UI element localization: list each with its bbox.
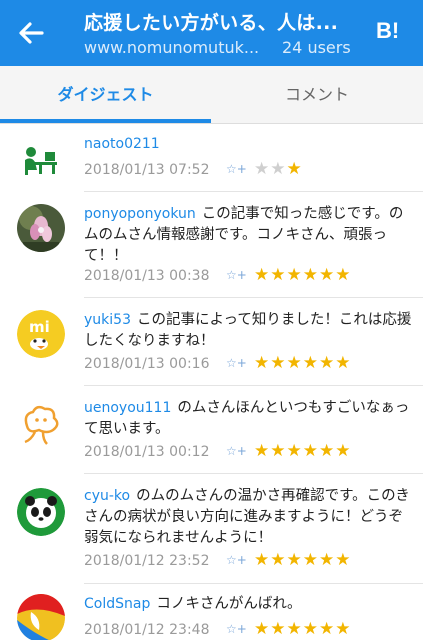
comment-item[interactable]: uenoyou111 のムさんほんといつもすごいなぁって思います。 2018/01… <box>0 386 423 474</box>
comment-text: コノキさんがんばれ。 <box>156 596 302 612</box>
comment-username[interactable]: yuki53 <box>84 312 131 328</box>
add-star-icon[interactable]: ☆+ <box>226 553 247 567</box>
page-title: 応援したい方がいる、人は... <box>84 12 339 34</box>
svg-text:mi: mi <box>29 318 50 336</box>
comment-text: この記事によって知りました！これは応援したくなりますね！ <box>84 312 412 349</box>
comment-date: 2018/01/12 23:48 <box>84 622 210 638</box>
star-rating: ★★★ <box>254 159 303 179</box>
add-star-icon[interactable]: ☆+ <box>226 268 247 282</box>
comment-date: 2018/01/13 00:12 <box>84 444 210 460</box>
comment-username[interactable]: ponyoponyokun <box>84 206 196 222</box>
star-rating: ★★★★★★ <box>254 353 352 373</box>
comment-date: 2018/01/13 07:52 <box>84 162 210 178</box>
panda-icon[interactable] <box>17 488 65 536</box>
person-at-desk-icon[interactable] <box>17 136 65 184</box>
chick-icon[interactable]: mi <box>17 310 65 358</box>
comment-username[interactable]: cyu-ko <box>84 488 130 504</box>
back-arrow-icon[interactable] <box>16 18 46 48</box>
entry-url[interactable]: www.nomunomutuk... <box>84 38 266 57</box>
add-star-icon[interactable]: ☆+ <box>226 162 247 176</box>
active-tab-indicator <box>0 119 211 123</box>
tab-bar: ダイジェスト コメント <box>0 66 423 124</box>
comment-item[interactable]: cyu-ko のムのムさんの温かさ再確認です。このきさんの病状が良い方向に進みます… <box>0 474 423 584</box>
app-header: 応援したい方がいる、人は... www.nomunomutuk... 24 use… <box>0 0 423 66</box>
comment-item[interactable]: ColdSnap コノキさんがんばれ。 2018/01/12 23:48 ☆+ ★… <box>0 584 423 640</box>
tab-comments[interactable]: コメント <box>211 66 423 124</box>
bookmark-user-count: 24 users <box>282 38 351 57</box>
add-star-icon[interactable]: ☆+ <box>226 622 247 636</box>
comment-username[interactable]: naoto0211 <box>84 136 160 152</box>
tab-digest[interactable]: ダイジェスト <box>0 66 211 124</box>
comment-date: 2018/01/13 00:16 <box>84 356 210 372</box>
add-star-icon[interactable]: ☆+ <box>226 444 247 458</box>
add-star-icon[interactable]: ☆+ <box>226 356 247 370</box>
comment-item[interactable]: naoto0211 2018/01/13 07:52 ☆+ ★★★ <box>0 124 423 192</box>
comment-username[interactable]: uenoyou111 <box>84 400 171 416</box>
comment-date: 2018/01/12 23:52 <box>84 553 210 569</box>
star-rating: ★★★★★★ <box>254 550 352 570</box>
comment-item[interactable]: ponyoponyokun この記事で知った感じです。のムのムさん情報感謝です。コ… <box>0 192 423 298</box>
hatena-bookmark-logo-icon[interactable]: B! <box>376 18 399 44</box>
colorful-logo-icon[interactable] <box>17 594 65 640</box>
comment-item[interactable]: mi yuki53 この記事によって知りました！これは応援したくなりますね！ 20… <box>0 298 423 386</box>
comment-username[interactable]: ColdSnap <box>84 596 150 612</box>
star-rating: ★★★★★★ <box>254 619 352 639</box>
cloud-character-icon[interactable] <box>17 400 65 448</box>
star-rating: ★★★★★★ <box>254 265 352 285</box>
star-rating: ★★★★★★ <box>254 441 352 461</box>
comment-text: のムのムさんの温かさ再確認です。このきさんの病状が良い方向に進みますように！どう… <box>84 488 410 546</box>
flower-photo-icon[interactable] <box>17 204 65 252</box>
entry-meta: www.nomunomutuk... 24 users <box>84 38 351 57</box>
comment-date: 2018/01/13 00:38 <box>84 268 210 284</box>
